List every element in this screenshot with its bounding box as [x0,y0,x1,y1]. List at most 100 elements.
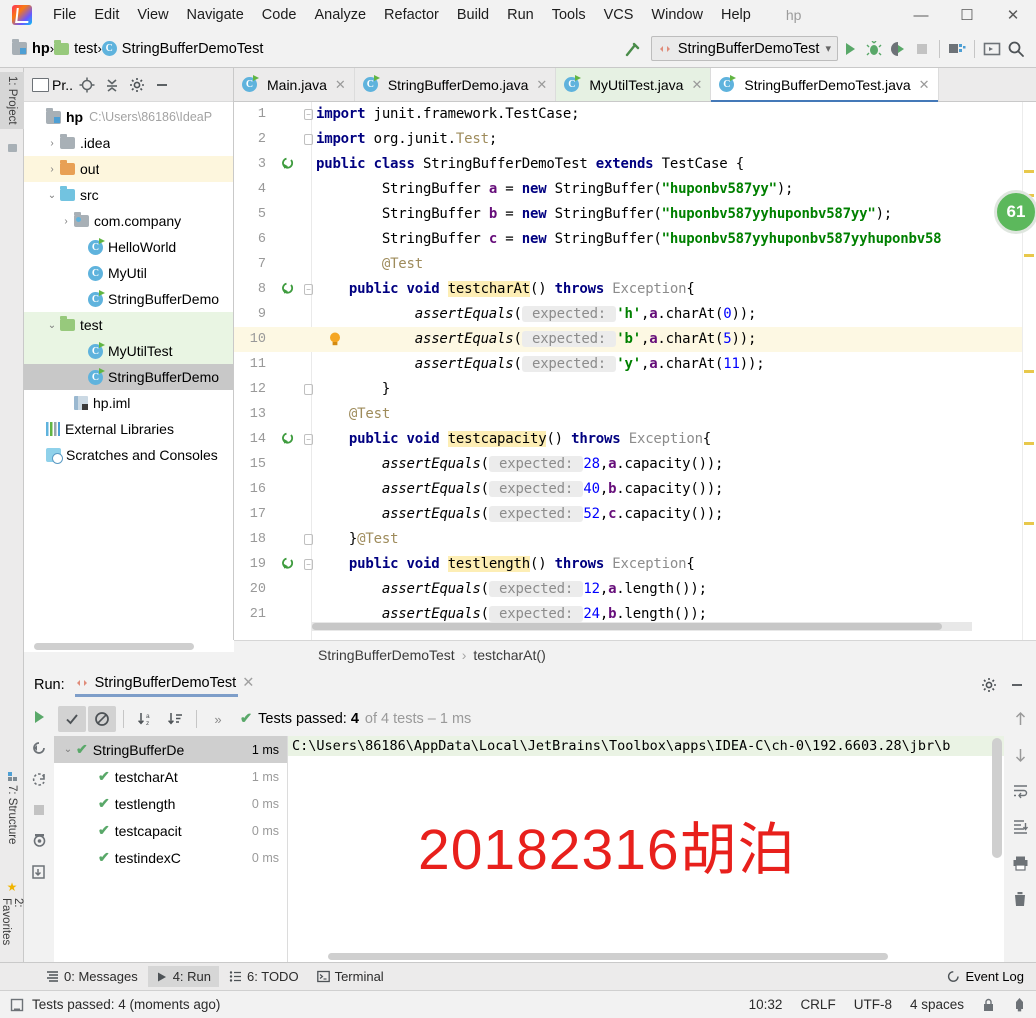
menu-help[interactable]: Help [712,4,760,26]
tree-item-stringbufferdemo[interactable]: C StringBufferDemo [24,286,233,312]
gutter-markers[interactable] [274,477,312,502]
menu-navigate[interactable]: Navigate [178,4,253,26]
code-line[interactable]: 14 − public void testcapacity() throws Ex… [234,427,1036,452]
tree-item-myutil[interactable]: C MyUtil [24,260,233,286]
tree-expand-arrow[interactable]: › [44,138,60,149]
build-hammer-icon[interactable] [623,39,643,59]
breadcrumb-current-class[interactable]: StringBufferDemoTest [318,647,455,663]
tree-item-scratches-and-consoles[interactable]: Scratches and Consoles [24,442,233,468]
gutter-markers[interactable] [274,327,340,352]
code-line[interactable]: 6 StringBuffer c = new StringBuffer("hup… [234,227,1036,252]
toolwindow-terminal[interactable]: Terminal [309,966,392,987]
code-line[interactable]: 18 }@Test [234,527,1036,552]
scroll-up-icon[interactable] [1008,708,1032,730]
code-line[interactable]: 15 assertEquals( expected: 28,a.capacity… [234,452,1036,477]
tree-expand-arrow[interactable]: › [58,216,74,227]
editor-breadcrumb[interactable]: StringBufferDemoTest › testcharAt() [234,640,1036,668]
code-text[interactable]: StringBuffer b = new StringBuffer("hupon… [312,202,892,227]
code-fold-icon[interactable]: − [304,559,313,570]
run-configuration-selector[interactable]: StringBufferDemoTest ▾ [650,36,838,61]
status-encoding[interactable]: UTF-8 [854,997,892,1012]
inspection-icon[interactable] [1013,997,1026,1012]
status-indent[interactable]: 4 spaces [910,997,964,1012]
gutter-markers[interactable] [274,302,312,327]
code-line[interactable]: 5 StringBuffer b = new StringBuffer("hup… [234,202,1036,227]
code-fold-icon[interactable] [304,534,313,545]
gutter-markers[interactable] [274,377,313,402]
sort-by-duration-icon[interactable] [161,706,189,732]
run-icon[interactable] [838,36,862,61]
tree-item-hp-iml[interactable]: hp.iml [24,390,233,416]
console-hscrollbar[interactable] [288,951,1004,962]
tree-expand-arrow[interactable]: ⌄ [44,320,60,331]
test-expand-arrow[interactable]: ⌄ [60,744,76,755]
code-text[interactable]: StringBuffer a = new StringBuffer("hupon… [312,177,794,202]
event-log-button[interactable]: Event Log [947,969,1024,984]
gutter-markers[interactable] [274,252,312,277]
code-text[interactable]: @Test [312,402,390,427]
code-fold-icon[interactable]: − [304,284,313,295]
test-result-row[interactable]: ✔ testindexC 0 ms [54,844,287,871]
editor-hscrollbar[interactable] [312,622,972,631]
test-result-row[interactable]: ⌄ ✔ StringBufferDe 1 ms [54,736,287,763]
inspection-count-badge[interactable]: 61 [994,190,1036,234]
scroll-to-end-icon[interactable] [1008,816,1032,838]
code-fold-icon[interactable]: − [304,109,313,120]
clear-all-icon[interactable] [1008,888,1032,910]
code-text[interactable]: assertEquals( expected: 12,a.length()); [312,577,707,602]
settings-gear-icon[interactable] [126,74,148,96]
code-line[interactable]: 1 − import junit.framework.TestCase; [234,102,1036,127]
tree-item-out[interactable]: › out [24,156,233,182]
menu-code[interactable]: Code [253,4,306,26]
code-text[interactable]: public void testlength() throws Exceptio… [312,552,695,577]
code-text[interactable]: public class StringBufferDemoTest extend… [312,152,744,177]
code-text[interactable]: assertEquals( expected: 'b',a.charAt(5))… [312,327,756,352]
tree-item-test[interactable]: ⌄ test [24,312,233,338]
tree-item-src[interactable]: ⌄ src [24,182,233,208]
gutter-markers[interactable]: − [274,102,313,127]
gutter-markers[interactable] [274,152,312,177]
code-lines[interactable]: 1− import junit.framework.TestCase; 2 impor… [234,102,1036,640]
code-line[interactable]: 12 } [234,377,1036,402]
open-terminal-icon[interactable] [980,36,1004,61]
code-line[interactable]: 8 − public void testcharAt() throws Excep… [234,277,1036,302]
menu-run[interactable]: Run [498,4,543,26]
debug-icon[interactable] [862,36,886,61]
tree-item-idea[interactable]: › .idea [24,130,233,156]
tree-item-helloworld[interactable]: C HelloWorld [24,234,233,260]
gutter-markers[interactable] [274,452,312,477]
code-line[interactable]: 9 assertEquals( expected: 'h',a.charAt(0… [234,302,1036,327]
code-line[interactable]: 13 @Test [234,402,1036,427]
code-text[interactable]: import org.junit.Test; [312,127,497,152]
tree-item-hp[interactable]: hp C:\Users\86186\IdeaP [24,104,233,130]
code-line[interactable]: 3 public class StringBufferDemoTest exten… [234,152,1036,177]
gutter-markers[interactable] [274,227,312,252]
code-text[interactable]: public void testcharAt() throws Exceptio… [312,277,695,302]
code-text[interactable]: assertEquals( expected: 52,c.capacity())… [312,502,723,527]
editor-hscroll-thumb[interactable] [312,623,942,630]
hide-ignored-icon[interactable] [88,706,116,732]
locate-icon[interactable] [76,74,98,96]
breadcrumb-folder[interactable]: test [54,39,97,57]
show-passed-icon[interactable] [58,706,86,732]
run-with-coverage-icon[interactable] [886,36,910,61]
run-gutter-icon[interactable] [280,282,294,296]
gutter-markers[interactable] [274,177,312,202]
tree-item-stringbufferdemo[interactable]: C StringBufferDemo [24,364,233,390]
editor-marker-strip[interactable] [1022,102,1036,640]
sort-alphabetically-icon[interactable]: az [131,706,159,732]
search-everywhere-icon[interactable] [1004,36,1028,61]
code-text[interactable]: assertEquals( expected: 'h',a.charAt(0))… [312,302,756,327]
editor-tab-myutiltest-java[interactable]: C MyUtilTest.java ✕ [556,68,712,101]
toolwindow-run[interactable]: 4: Run [147,966,220,987]
tree-item-com-company[interactable]: › com.company [24,208,233,234]
menu-analyze[interactable]: Analyze [305,4,375,26]
tree-item-external-libraries[interactable]: External Libraries [24,416,233,442]
maximize-button[interactable]: ☐ [944,0,990,30]
menu-file[interactable]: File [44,4,85,26]
toolwindow-todo[interactable]: 6: TODO [221,966,307,987]
test-result-row[interactable]: ✔ testcharAt 1 ms [54,763,287,790]
close-icon[interactable]: ✕ [536,77,547,93]
console-vscroll-thumb[interactable] [992,738,1002,858]
code-line[interactable]: 19 − public void testlength() throws Exce… [234,552,1036,577]
